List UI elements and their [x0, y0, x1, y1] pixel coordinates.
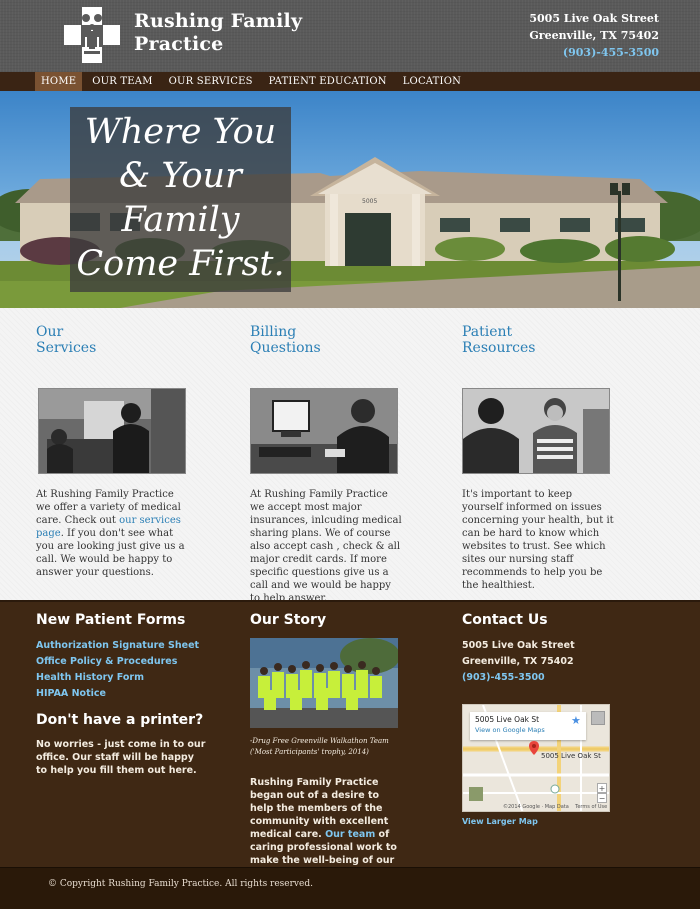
billing-heading-line-2: Questions — [250, 340, 321, 356]
zoom-in-button[interactable]: + — [597, 783, 607, 793]
resources-heading-line-2: Resources — [462, 340, 536, 356]
contact-address-line-1: 5005 Live Oak Street — [462, 640, 575, 651]
nav-item-our-team[interactable]: OUR TEAM — [86, 72, 158, 91]
resources-text: It's important to keep yourself informed… — [462, 489, 614, 591]
form-link-health-history[interactable]: Health History Form — [36, 670, 206, 686]
forms-heading: New Patient Forms — [36, 612, 186, 628]
site-footer: New Patient Forms Authorization Signatur… — [0, 600, 700, 879]
hero-tagline: Where You & Your Family Come First. — [70, 110, 291, 286]
services-photo — [38, 388, 186, 474]
resources-column: Patient Resources It's important to keep… — [462, 324, 622, 604]
star-icon[interactable]: ★ — [571, 714, 581, 727]
copyright-bar: © Copyright Rushing Family Practice. All… — [0, 867, 700, 909]
brand-line-2: Practice — [134, 33, 224, 55]
site-brand[interactable]: Rushing Family Practice — [134, 10, 302, 56]
zoom-out-button[interactable]: − — [597, 793, 607, 803]
billing-heading-line-1: Billing — [250, 324, 297, 340]
printer-heading: Don't have a printer? — [36, 712, 204, 728]
services-heading[interactable]: Our Services — [36, 324, 196, 356]
map-pin-icon — [529, 741, 539, 755]
nav-item-home[interactable]: HOME — [35, 72, 83, 91]
story-text: Rushing Family Practice began out of a d… — [250, 776, 405, 880]
services-text: At Rushing Family Practice we offer a va… — [36, 488, 189, 579]
view-on-google-maps-link[interactable]: View on Google Maps — [475, 725, 581, 736]
map-thumbnail-icon[interactable] — [591, 711, 605, 725]
forms-list: Authorization Signature Sheet Office Pol… — [36, 638, 206, 702]
site-header: Rushing Family Practice 5005 Live Oak St… — [0, 0, 700, 72]
billing-heading[interactable]: Billing Questions — [250, 324, 410, 356]
hero-tagline-line-4: Come First. — [76, 244, 285, 284]
story-column: Our Story -Drug Free Greenville Walkatho… — [250, 611, 420, 879]
hero-tagline-line-1: Where You — [84, 112, 277, 152]
copyright-text: © Copyright Rushing Family Practice. All… — [48, 879, 313, 889]
nav-item-patient-education[interactable]: PATIENT EDUCATION — [263, 72, 393, 91]
forms-column: New Patient Forms Authorization Signatur… — [36, 611, 206, 777]
hero-tagline-line-2: & Your — [119, 156, 242, 196]
map-credit: ©2014 Google · Map Data Terms of Use — [503, 804, 608, 810]
form-link-authorization[interactable]: Authorization Signature Sheet — [36, 638, 206, 654]
street-view-icon[interactable] — [469, 787, 483, 801]
map-pin-label: 5005 Live Oak St — [541, 752, 601, 760]
feature-section: Our Services At Rushing Family Practice … — [0, 308, 700, 604]
contact-address: 5005 Live Oak Street Greenville, TX 7540… — [462, 638, 632, 686]
logo-icon[interactable] — [62, 5, 122, 65]
hero-banner: 5005 Where You & Your Family Come First. — [0, 91, 700, 308]
services-heading-line-1: Our — [36, 324, 64, 340]
services-column: Our Services At Rushing Family Practice … — [36, 324, 196, 604]
map-card-title: 5005 Live Oak St — [475, 715, 540, 724]
header-phone-link[interactable]: (903)-455-3500 — [529, 44, 659, 61]
services-heading-line-2: Services — [36, 340, 97, 356]
billing-text: At Rushing Family Practice we accept mos… — [250, 489, 402, 604]
map-info-card: 5005 Live Oak St View on Google Maps — [470, 712, 586, 740]
nav-item-our-services[interactable]: OUR SERVICES — [163, 72, 259, 91]
nav-item-location[interactable]: LOCATION — [397, 72, 467, 91]
resources-photo — [462, 388, 610, 474]
contact-address-line-2: Greenville, TX 75402 — [462, 656, 574, 667]
billing-column: Billing Questions At Rushing Family Prac… — [250, 324, 410, 604]
view-larger-map-link[interactable]: View Larger Map — [462, 817, 538, 826]
main-nav: HOME OUR TEAM OUR SERVICES PATIENT EDUCA… — [0, 72, 700, 91]
resources-heading[interactable]: Patient Resources — [462, 324, 622, 356]
building-number: 5005 — [362, 198, 377, 205]
photo-caption-line-2: ('Most Participants' trophy, 2014) — [250, 748, 369, 756]
header-address-line-2: Greenville, TX 75402 — [529, 29, 659, 42]
resources-heading-line-1: Patient — [462, 324, 513, 340]
location-map[interactable]: 5005 Live Oak St View on Google Maps ★ 5… — [462, 704, 610, 812]
header-address-line-1: 5005 Live Oak Street — [529, 12, 659, 25]
our-team-link[interactable]: Our team — [325, 829, 375, 840]
contact-heading: Contact Us — [462, 612, 548, 628]
photo-caption: -Drug Free Greenville Walkathon Team ('M… — [250, 736, 410, 758]
walkathon-team-photo — [250, 638, 398, 728]
form-link-office-policy[interactable]: Office Policy & Procedures — [36, 654, 206, 670]
photo-caption-line-1: -Drug Free Greenville Walkathon Team — [250, 737, 389, 745]
brand-line-1: Rushing Family — [134, 10, 303, 32]
form-link-hipaa[interactable]: HIPAA Notice — [36, 686, 206, 702]
hero-tagline-line-3: Family — [121, 200, 240, 240]
header-contact: 5005 Live Oak Street Greenville, TX 7540… — [529, 10, 659, 61]
contact-phone-link[interactable]: (903)-455-3500 — [462, 670, 632, 686]
printer-text: No worries - just come in to our office.… — [36, 739, 206, 776]
story-heading: Our Story — [250, 612, 327, 628]
billing-photo — [250, 388, 398, 474]
contact-column: Contact Us 5005 Live Oak Street Greenvil… — [462, 611, 632, 869]
